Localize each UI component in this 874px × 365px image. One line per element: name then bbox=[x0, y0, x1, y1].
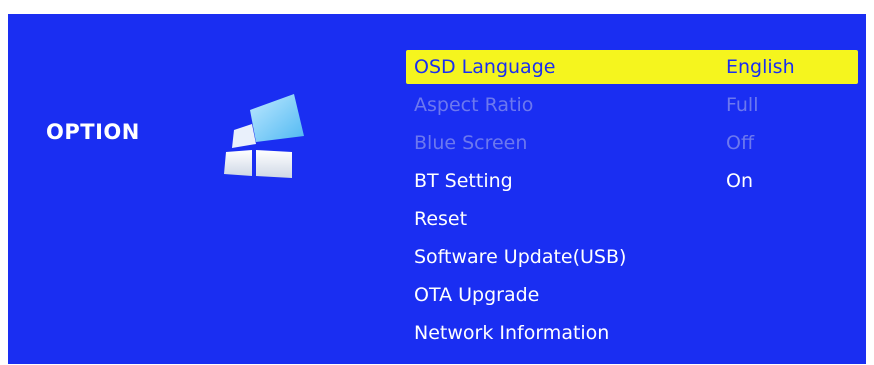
menu-item-aspect-ratio[interactable]: Aspect Ratio Full bbox=[406, 86, 858, 124]
menu-item-value: English bbox=[726, 56, 795, 78]
menu-item-value: Off bbox=[726, 132, 755, 154]
menu-item-label: Blue Screen bbox=[414, 132, 528, 154]
menu-item-blue-screen[interactable]: Blue Screen Off bbox=[406, 124, 858, 162]
menu-item-label: Network Information bbox=[414, 322, 610, 344]
option-windows-icon bbox=[224, 94, 304, 178]
menu-item-label: Software Update(USB) bbox=[414, 246, 627, 268]
section-title: OPTION bbox=[46, 120, 140, 144]
menu-item-network-information[interactable]: Network Information bbox=[406, 314, 858, 352]
menu-item-label: BT Setting bbox=[414, 170, 513, 192]
menu-item-software-update[interactable]: Software Update(USB) bbox=[406, 238, 858, 276]
menu-item-label: Aspect Ratio bbox=[414, 94, 534, 116]
menu-item-ota-upgrade[interactable]: OTA Upgrade bbox=[406, 276, 858, 314]
menu-item-osd-language[interactable]: OSD Language English bbox=[406, 50, 858, 84]
menu-item-bt-setting[interactable]: BT Setting On bbox=[406, 162, 858, 200]
menu-item-reset[interactable]: Reset bbox=[406, 200, 858, 238]
menu-item-value: Full bbox=[726, 94, 759, 116]
osd-menu-screen: OPTION OSD Language English Aspect Ratio… bbox=[8, 14, 866, 364]
menu-item-label: OSD Language bbox=[414, 56, 556, 78]
menu-item-value: On bbox=[726, 170, 753, 192]
option-menu: OSD Language English Aspect Ratio Full B… bbox=[406, 50, 858, 352]
menu-item-label: OTA Upgrade bbox=[414, 284, 540, 306]
menu-item-label: Reset bbox=[414, 208, 468, 230]
